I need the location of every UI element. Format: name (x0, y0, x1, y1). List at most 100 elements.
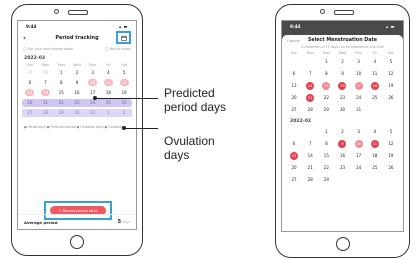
calendar-day[interactable]: 22 (318, 163, 334, 172)
calendar-day[interactable]: 23 (334, 93, 350, 102)
calendar-day[interactable]: 14 (38, 89, 54, 97)
calendar-day[interactable]: 17 (351, 151, 367, 160)
calendar-day[interactable]: 9 (334, 69, 350, 78)
calendar-day[interactable]: 31 (351, 105, 367, 114)
calendar-day[interactable]: 5 (116, 69, 132, 77)
calendar-day[interactable]: 12 (383, 69, 399, 78)
calendar-day[interactable]: 7 (302, 139, 318, 148)
calendar-day[interactable]: 23 (334, 163, 350, 172)
calendar-day[interactable]: 22 (53, 99, 70, 107)
calendar-day[interactable]: 30 (334, 105, 350, 114)
calendar-day[interactable]: 20 (22, 99, 38, 107)
calendar-day[interactable]: 1 (318, 127, 334, 136)
calendar-day[interactable]: 4 (367, 127, 383, 136)
calendar-day[interactable]: 13 (286, 81, 302, 90)
calendar-day[interactable]: 10 (351, 139, 367, 148)
calendar-day[interactable]: 16 (69, 89, 85, 97)
calendar-day[interactable]: 8 (318, 69, 334, 78)
calendar-day[interactable]: 1 (318, 57, 334, 66)
home-button[interactable] (70, 235, 84, 249)
calendar-day[interactable]: 28 (38, 69, 54, 77)
calendar-day[interactable]: 15 (318, 151, 334, 160)
calendar-day[interactable]: 27 (22, 69, 38, 77)
calendar-day[interactable]: 3 (351, 127, 367, 136)
calendar-day[interactable]: 26 (383, 163, 399, 172)
calendar-day[interactable]: 6 (286, 139, 302, 148)
calendar-day[interactable]: 20 (286, 163, 302, 172)
calendar-day[interactable]: 18 (367, 81, 383, 90)
calendar-day[interactable]: 12 (383, 139, 399, 148)
calendar-day[interactable]: 29 (53, 109, 70, 117)
calendar-day[interactable]: 2 (334, 127, 350, 136)
calendar-day[interactable]: 21 (37, 99, 54, 107)
calendar-day[interactable]: 26 (383, 93, 399, 102)
calendar-day[interactable]: 27 (286, 105, 302, 114)
calendar-day[interactable]: 26 (116, 99, 132, 107)
calendar-day[interactable]: 23 (69, 99, 85, 107)
calendar-day[interactable]: 10 (85, 79, 101, 87)
set-last-menstruation-option[interactable]: ◯ Set your last menstruation (23, 47, 73, 51)
calendar-day[interactable]: 2 (334, 57, 350, 66)
calendar-day[interactable]: 15 (318, 81, 334, 90)
cancel-button[interactable]: Cancel (287, 38, 300, 43)
calendar-day[interactable]: 4 (101, 69, 117, 77)
calendar-day[interactable]: 9 (334, 139, 350, 148)
calendar-day[interactable]: 8 (318, 139, 334, 148)
calendar-day[interactable]: 18 (101, 89, 117, 97)
calendar-day[interactable]: 27 (22, 109, 38, 117)
calendar-day[interactable]: 25 (367, 93, 383, 102)
calendar-day[interactable]: 18 (367, 151, 383, 160)
calendar-day[interactable]: 3 (351, 57, 367, 66)
calendar-day[interactable]: 24 (351, 163, 367, 172)
calendar-day[interactable]: 31 (84, 109, 101, 117)
calendar-day[interactable]: 27 (286, 175, 302, 184)
calendar-day[interactable]: 11 (367, 69, 383, 78)
calendar-day[interactable]: 11 (101, 79, 117, 87)
calendar-day[interactable]: 28 (302, 175, 318, 184)
calendar-day[interactable]: 29 (318, 105, 334, 114)
calendar-day[interactable]: 19 (383, 81, 399, 90)
calendar-day[interactable]: 24 (351, 93, 367, 102)
calendar-day[interactable]: 13 (22, 89, 38, 97)
calendar-day[interactable]: 1 (100, 109, 117, 117)
calendar-day[interactable]: 7 (38, 79, 54, 87)
calendar-day[interactable]: 30 (69, 109, 85, 117)
calendar-day[interactable]: 19 (383, 151, 399, 160)
calendar-day[interactable]: 25 (100, 99, 117, 107)
calendar-day[interactable]: 17 (351, 81, 367, 90)
calendar-day[interactable]: 5 (383, 127, 399, 136)
calendar-day[interactable]: 16 (334, 81, 350, 90)
calendar-day[interactable]: 11 (367, 139, 383, 148)
calendar-day[interactable]: 9 (69, 79, 85, 87)
calendar-day[interactable]: 4 (367, 57, 383, 66)
calendar-day[interactable]: 6 (22, 79, 38, 87)
calendar-day[interactable]: 28 (37, 109, 54, 117)
calendar-day[interactable]: 14 (302, 151, 318, 160)
calendar-day[interactable]: 12 (116, 79, 132, 87)
calendar-day[interactable]: 6 (286, 69, 302, 78)
home-button[interactable] (335, 237, 350, 251)
calendar-day[interactable]: 29 (318, 175, 334, 184)
calendar-day[interactable]: 20 (286, 93, 302, 102)
calendar-day[interactable]: 1 (53, 69, 69, 77)
calendar-day[interactable]: 22 (318, 93, 334, 102)
calendar-day[interactable]: 10 (351, 69, 367, 78)
calendar-day[interactable]: 5 (383, 57, 399, 66)
calendar-day[interactable]: 16 (334, 151, 350, 160)
calendar-day[interactable]: 7 (302, 69, 318, 78)
calendar-day[interactable]: 2 (69, 69, 85, 77)
calendar-day[interactable]: 24 (84, 99, 101, 107)
calendar-day[interactable]: 14 (302, 81, 318, 90)
calendar-day[interactable]: 2 (116, 109, 132, 117)
calendar-day[interactable]: 28 (302, 105, 318, 114)
calendar-day[interactable]: 13 (286, 151, 302, 160)
calendar-day[interactable]: 15 (53, 89, 69, 97)
not-today-option[interactable]: ◯ Not to today (105, 47, 131, 51)
calendar-day[interactable]: 21 (302, 163, 318, 172)
calendar-day[interactable]: 8 (53, 79, 69, 87)
calendar-day[interactable]: 3 (85, 69, 101, 77)
calendar-day[interactable]: 19 (116, 89, 132, 97)
calendar-day[interactable]: 25 (367, 163, 383, 172)
calendar-icon[interactable] (116, 31, 131, 44)
calendar-day[interactable]: 21 (302, 93, 318, 102)
